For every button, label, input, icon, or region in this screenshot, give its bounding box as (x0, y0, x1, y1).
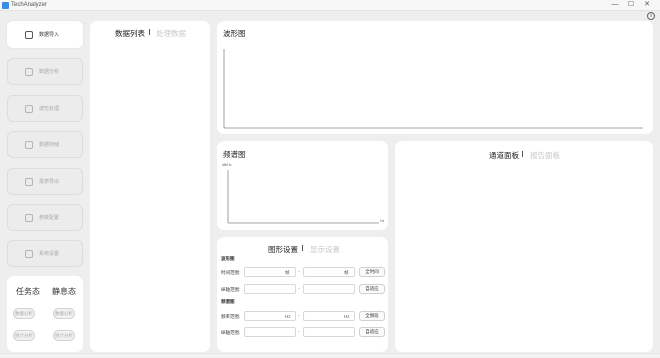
spectrum-y-min-input[interactable] (244, 327, 296, 337)
sidebar-item-label: 系统设置 (39, 251, 60, 257)
sidebar-item-label: 数据分析 (39, 69, 60, 75)
spectrum-autofit-button[interactable]: 自适应 (359, 327, 385, 337)
title-bar (0, 0, 660, 11)
config-icon (25, 214, 33, 222)
sidebar-item-config[interactable]: 参数配置 (7, 204, 83, 231)
minimize-icon[interactable]: — (608, 0, 622, 11)
tab-separator (522, 151, 523, 157)
waveform-y-min-input[interactable] (244, 284, 296, 294)
analysis-icon (25, 68, 33, 76)
sidebar-item-label: 波形处理 (39, 106, 60, 112)
waveform-y-range-label: 纵轴范围: (221, 287, 241, 292)
sidebar-item-storage[interactable]: 数据存储 (7, 131, 83, 158)
channel-panel-tab[interactable]: 通道面板 (489, 150, 519, 161)
waveform-y-max-input[interactable] (303, 284, 355, 294)
tab-separator (149, 29, 150, 35)
task-analysis-button[interactable]: 数据分析 (13, 308, 35, 319)
export-icon (25, 178, 33, 186)
sidebar-item-label: 数据导入 (39, 32, 60, 38)
spectrum-section-label: 频谱图 (221, 299, 235, 304)
task-state-label: 任务态 (16, 287, 40, 296)
time-range-max-unit: 帧 (344, 270, 349, 275)
report-panel-tab[interactable]: 报告面板 (530, 150, 560, 161)
sidebar-item-settings[interactable]: 系统设置 (7, 240, 83, 267)
time-range-min-unit: 帧 (285, 270, 290, 275)
spectrum-y-max-input[interactable] (303, 327, 355, 337)
spectrum-chart (227, 170, 379, 224)
tab-separator (302, 245, 303, 251)
waveform-icon (25, 105, 33, 113)
full-band-button[interactable]: 全频段 (359, 311, 385, 321)
spectrum-y-range-label: 纵轴范围: (221, 330, 241, 335)
window-title: TechAnalyzer (11, 2, 48, 8)
channel-panel (395, 141, 653, 352)
range-dash: - (298, 313, 300, 319)
sidebar-item-waveform[interactable]: 波形处理 (7, 95, 83, 122)
waveform-section-label: 波形图 (221, 256, 235, 261)
full-time-button[interactable]: 全时间 (359, 267, 385, 277)
waveform-autofit-button[interactable]: 自适应 (359, 284, 385, 294)
settings-icon (25, 250, 33, 258)
static-statistics-button[interactable]: 统计分析 (53, 330, 75, 341)
sidebar-item-export[interactable]: 报表导出 (7, 168, 83, 195)
processed-data-tab[interactable]: 处理数据 (156, 28, 186, 39)
graph-settings-tab[interactable]: 图形设置 (268, 244, 298, 255)
frequency-range-label: 频率范围: (221, 314, 241, 319)
info-icon[interactable]: i (647, 12, 655, 20)
close-icon[interactable]: ✕ (640, 0, 654, 11)
import-icon (25, 31, 33, 39)
data-list-tab[interactable]: 数据列表 (115, 28, 145, 39)
maximize-icon[interactable]: ☐ (624, 0, 638, 11)
waveform-chart (223, 49, 643, 129)
storage-icon (25, 141, 33, 149)
range-dash: - (298, 286, 300, 292)
sidebar-item-import[interactable]: 数据导入 (7, 21, 83, 48)
sidebar-item-label: 参数配置 (39, 215, 60, 221)
sidebar-item-analysis[interactable]: 数据分析 (7, 58, 83, 85)
range-dash: - (298, 329, 300, 335)
time-range-label: 时间范围: (221, 270, 241, 275)
status-bar (0, 353, 660, 358)
sidebar-item-label: 报表导出 (39, 179, 60, 185)
display-settings-tab[interactable]: 显示设置 (310, 244, 340, 255)
frequency-max-unit: Hz (344, 314, 350, 319)
sidebar-item-label: 数据存储 (39, 142, 60, 148)
static-analysis-button[interactable]: 数据分析 (53, 308, 75, 319)
task-statistics-button[interactable]: 统计分析 (13, 330, 35, 341)
app-logo-icon (2, 2, 9, 9)
frequency-min-unit: Hz (285, 314, 291, 319)
data-list-panel (90, 21, 210, 352)
static-state-label: 静息态 (52, 287, 76, 296)
range-dash: - (298, 269, 300, 275)
